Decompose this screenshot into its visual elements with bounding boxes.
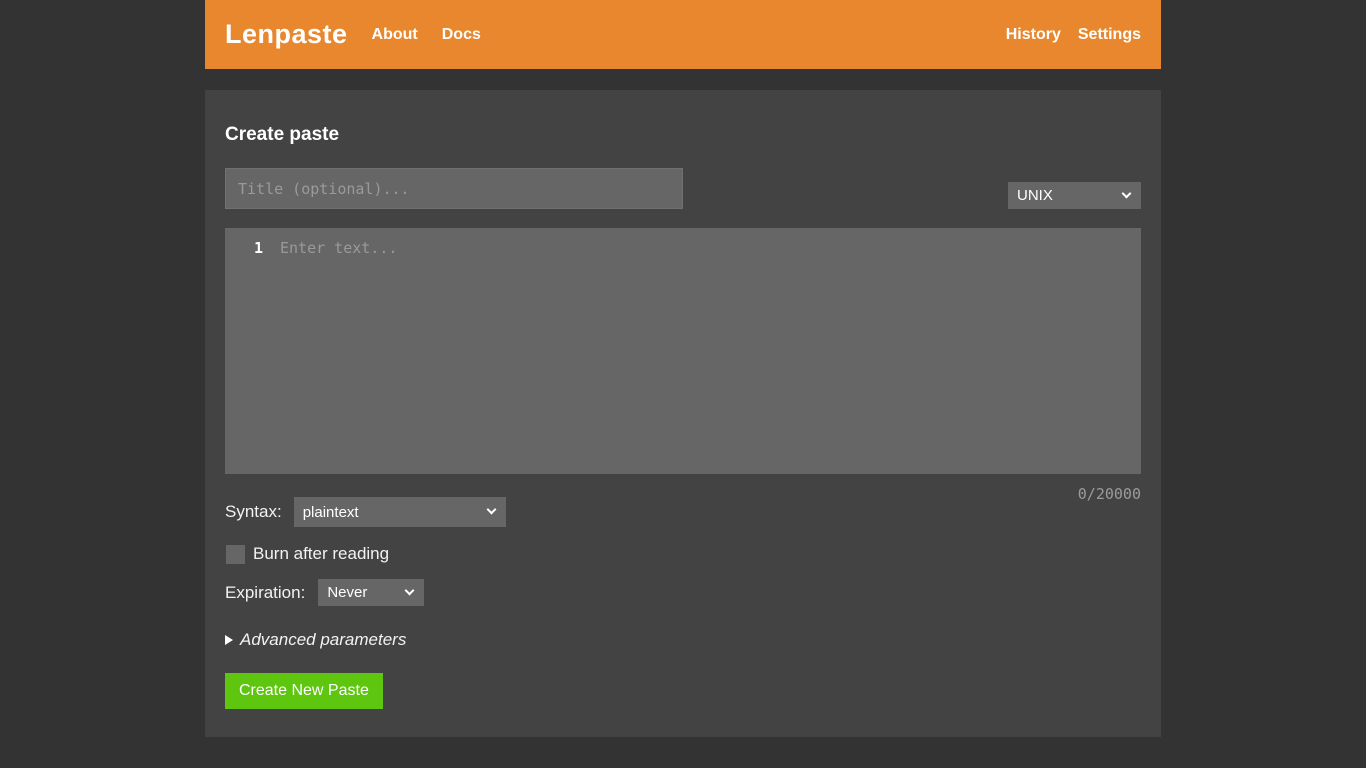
expiration-select[interactable]: Never — [318, 579, 424, 606]
expiration-row: Expiration: Never — [225, 579, 1141, 606]
advanced-parameters-details: Advanced parameters — [225, 630, 1141, 650]
syntax-select[interactable]: plaintext — [294, 497, 506, 527]
logo-lenpaste[interactable]: Lenpaste — [225, 19, 348, 50]
line-ending-select[interactable]: UNIX — [1008, 182, 1141, 209]
burn-after-reading-checkbox[interactable] — [226, 545, 245, 564]
title-row: UNIX — [225, 168, 1141, 209]
nav-link-history[interactable]: History — [1006, 26, 1061, 44]
expiration-label: Expiration: — [225, 583, 305, 603]
paste-editor: 1 — [225, 228, 1141, 474]
page-column: Lenpaste About Docs History Settings Cre… — [205, 0, 1161, 737]
syntax-row: Syntax: plaintext — [225, 497, 1141, 527]
create-paste-panel: Create paste UNIX 1 0/20000 Syntax: plai… — [205, 90, 1161, 737]
top-navbar: Lenpaste About Docs History Settings — [205, 0, 1161, 69]
editor-line-number: 1 — [225, 228, 277, 474]
advanced-parameters-label: Advanced parameters — [240, 630, 406, 650]
navbar-right-links: History Settings — [1006, 26, 1141, 44]
syntax-label: Syntax: — [225, 502, 282, 522]
expiration-select-wrap: Never — [318, 579, 424, 606]
triangle-right-icon — [225, 635, 233, 645]
burn-after-reading-label[interactable]: Burn after reading — [253, 544, 389, 564]
create-new-paste-button[interactable]: Create New Paste — [225, 673, 383, 709]
advanced-parameters-toggle[interactable]: Advanced parameters — [225, 630, 1141, 650]
syntax-select-wrap: plaintext — [294, 497, 506, 527]
nav-link-settings[interactable]: Settings — [1078, 26, 1141, 44]
paste-title-input[interactable] — [225, 168, 683, 209]
nav-link-about[interactable]: About — [372, 26, 418, 44]
nav-link-docs[interactable]: Docs — [442, 26, 481, 44]
navbar-left-links: About Docs — [372, 26, 481, 44]
line-ending-select-wrap: UNIX — [1008, 182, 1141, 209]
burn-after-reading-row: Burn after reading — [225, 544, 1141, 564]
page-title: Create paste — [225, 124, 1141, 146]
paste-body-textarea[interactable] — [277, 228, 1141, 474]
